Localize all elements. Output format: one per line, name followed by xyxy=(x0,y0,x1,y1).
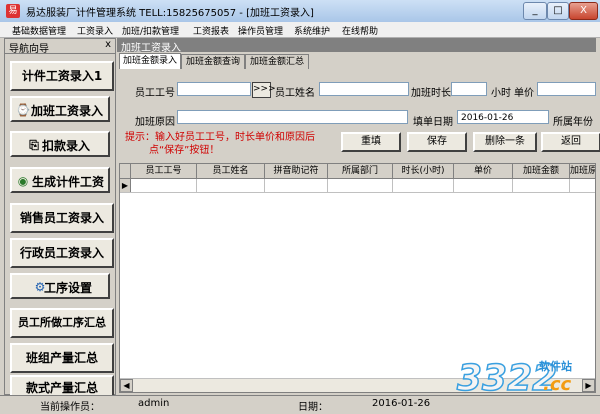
watermark-logo: 3322 软件站 .cc xyxy=(456,357,572,398)
nav-sales-wage-entry[interactable]: 销售员工资录入 xyxy=(10,203,114,233)
settings-icon: ⚙ xyxy=(34,280,46,294)
title-bar: 易 易达服装厂计件管理系统 TELL:15825675057 - [加班工资录入… xyxy=(0,0,600,23)
nav-employee-process-summary[interactable]: 员工所做工序汇总 xyxy=(10,308,114,338)
ot-hours-label: 加班时长 xyxy=(411,88,451,99)
col-emp-name[interactable]: 员工姓名 xyxy=(197,164,265,178)
tab-overtime-entry[interactable]: 加班金额录入 xyxy=(119,53,181,69)
nav-generate-piece-wage[interactable]: ◉ 生成计件工资 xyxy=(10,167,110,193)
fill-date-input[interactable]: 2016-01-26 xyxy=(457,110,549,124)
operator-value: admin xyxy=(138,398,170,409)
close-button[interactable]: X xyxy=(569,2,598,20)
cell-emp-name[interactable] xyxy=(197,179,265,192)
money-bag-icon: ◉ xyxy=(17,174,29,188)
emp-no-label: 员工工号 xyxy=(135,88,175,99)
scroll-left-icon[interactable]: ◀ xyxy=(120,379,133,392)
nav-title: 导航向导 xyxy=(9,44,49,55)
delete-one-button[interactable]: 删除一条 xyxy=(473,132,537,152)
nav-panel: 导航向导 x 计件工资录入1 ⌚ 加班工资录入 ⎘ 扣款录入 ◉ 生成计件工资 销售员… xyxy=(4,38,116,395)
menu-operator[interactable]: 操作员管理 xyxy=(238,24,283,37)
hint-line-2: 点“保存”按钮！ xyxy=(149,145,220,156)
nav-close-icon[interactable]: x xyxy=(105,39,111,50)
nav-admin-wage-entry[interactable]: 行政员工资录入 xyxy=(10,238,114,268)
menu-help[interactable]: 在线帮助 xyxy=(342,24,378,37)
nav-style-output-summary[interactable]: 款式产量汇总 xyxy=(10,375,114,395)
save-button[interactable]: 保存 xyxy=(407,132,467,152)
menu-basic-data[interactable]: 基础数据管理 xyxy=(12,24,66,37)
col-pinyin[interactable]: 拼音助记符 xyxy=(265,164,328,178)
refill-button[interactable]: 重填 xyxy=(341,132,401,152)
watermark-domain: .cc xyxy=(543,374,572,395)
emp-no-input[interactable] xyxy=(177,82,251,96)
emp-name-input[interactable] xyxy=(319,82,409,96)
hint-line-1: 提示：输入好员工工号，时长单价和原因后 xyxy=(125,132,315,143)
operator-label: 当前操作员： xyxy=(40,402,100,413)
col-unit-price[interactable]: 单价 xyxy=(454,164,513,178)
nav-process-settings[interactable]: ⚙ 工序设置 xyxy=(10,273,110,299)
nav-overtime-wage-entry[interactable]: ⌚ 加班工资录入 xyxy=(10,96,110,122)
nav-team-output-summary[interactable]: 班组产量汇总 xyxy=(10,343,114,373)
nav-header: 导航向导 x xyxy=(5,39,115,55)
cell-emp-no[interactable] xyxy=(131,179,197,192)
cell-unit-price[interactable] xyxy=(454,179,513,192)
watermark-site: 软件站 xyxy=(539,359,572,373)
tab-overtime-summary[interactable]: 加班金额汇总 xyxy=(245,54,309,69)
menu-bar: 基础数据管理 工资录入 加班/扣款管理 工资报表 操作员管理 系统维护 在线帮助 xyxy=(0,22,600,38)
cell-ot-reason[interactable] xyxy=(570,179,595,192)
time-icon: ⌚ xyxy=(15,103,31,117)
col-emp-no[interactable]: 员工工号 xyxy=(131,164,197,178)
col-department[interactable]: 所属部门 xyxy=(328,164,393,178)
restore-button[interactable]: □ xyxy=(547,2,569,20)
date-label: 日期： xyxy=(298,402,328,413)
menu-wage-report[interactable]: 工资报表 xyxy=(193,24,229,37)
reason-label: 加班原因 xyxy=(135,117,175,128)
unit-price-input[interactable] xyxy=(537,82,596,96)
app-icon: 易 xyxy=(6,4,20,18)
unit-price-label: 单价 xyxy=(514,88,534,99)
col-ot-reason[interactable]: 加班原因 xyxy=(570,164,595,178)
date-value: 2016-01-26 xyxy=(372,398,431,409)
hours-unit-label: 小时 xyxy=(491,88,511,99)
pane-header: 加班工资录入 xyxy=(117,38,596,54)
grid-corner xyxy=(120,164,131,178)
menu-overtime-deduction[interactable]: 加班/扣款管理 xyxy=(122,24,179,37)
deduct-icon: ⎘ xyxy=(29,138,39,152)
row-indicator-icon: ▶ xyxy=(120,179,131,192)
menu-wage-entry[interactable]: 工资录入 xyxy=(77,24,113,37)
overtime-pane: 加班工资录入 加班金额录入 加班金额查询 加班金额汇总 员工工号 >>> 员工姓… xyxy=(117,38,600,393)
year-label: 所属年份 xyxy=(553,117,593,128)
ot-hours-input[interactable] xyxy=(451,82,487,96)
nav-deduction-entry[interactable]: ⎘ 扣款录入 xyxy=(10,131,110,157)
cell-ot-amount[interactable] xyxy=(513,179,570,192)
col-hours[interactable]: 时长(小时) xyxy=(393,164,454,178)
window-title: 易达服装厂计件管理系统 TELL:15825675057 - [加班工资录入] xyxy=(26,8,314,19)
tab-overtime-query[interactable]: 加班金额查询 xyxy=(181,54,245,69)
col-ot-amount[interactable]: 加班金额 xyxy=(513,164,570,178)
grid-header: 员工工号 员工姓名 拼音助记符 所属部门 时长(小时) 单价 加班金额 加班原因 xyxy=(120,164,595,179)
reason-input[interactable] xyxy=(177,110,408,124)
cell-department[interactable] xyxy=(328,179,393,192)
back-button[interactable]: 返回 xyxy=(541,132,600,152)
table-row[interactable]: ▶ xyxy=(120,179,595,193)
nav-piece-wage-entry[interactable]: 计件工资录入1 xyxy=(10,61,114,91)
menu-system[interactable]: 系统维护 xyxy=(294,24,330,37)
emp-name-label: 员工姓名 xyxy=(275,88,315,99)
cell-hours[interactable] xyxy=(393,179,454,192)
pane-title: 加班工资录入 xyxy=(121,43,181,54)
fill-date-label: 填单日期 xyxy=(413,117,453,128)
cell-pinyin[interactable] xyxy=(265,179,328,192)
emp-lookup-button[interactable]: >>> xyxy=(252,82,276,98)
minimize-button[interactable]: _ xyxy=(523,2,547,20)
